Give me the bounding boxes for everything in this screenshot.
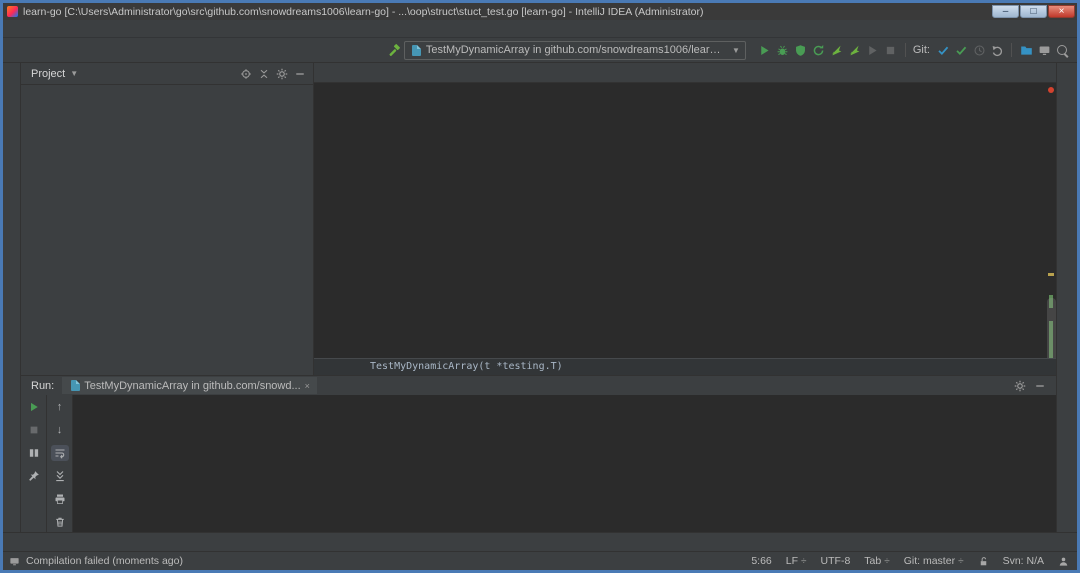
print-button[interactable] xyxy=(51,491,69,507)
run-panel-header: Run: TestMyDynamicArray in github.com/sn… xyxy=(21,376,1056,395)
clear-console-button[interactable] xyxy=(51,514,69,530)
indent-widget[interactable]: Tab xyxy=(864,555,889,567)
run-button[interactable] xyxy=(756,41,774,59)
svn-widget[interactable]: Svn: N/A xyxy=(1003,555,1044,567)
left-toolwindow-stripe xyxy=(3,63,21,532)
toolwindow-bar xyxy=(3,532,1077,551)
run-tab-label: TestMyDynamicArray in github.com/snowd..… xyxy=(84,380,300,392)
stop-process-button[interactable] xyxy=(25,422,43,438)
encoding-widget[interactable]: UTF-8 xyxy=(821,555,851,567)
run-configuration-label: TestMyDynamicArray in github.com/snowdre… xyxy=(426,44,726,56)
close-icon[interactable]: × xyxy=(305,381,310,391)
locate-file-button[interactable] xyxy=(237,66,255,82)
pin-tab-button[interactable] xyxy=(25,468,43,484)
project-panel-title: Project xyxy=(31,68,65,80)
idea-window: learn-go [C:\Users\Administrator\go\src\… xyxy=(0,0,1080,573)
go-test-icon xyxy=(71,380,80,391)
error-stripe xyxy=(1046,83,1056,358)
run-configuration-select[interactable]: TestMyDynamicArray in github.com/snowdre… xyxy=(404,41,746,60)
run-console[interactable] xyxy=(73,395,1056,532)
minimize-button[interactable]: – xyxy=(992,5,1019,18)
error-stripe-warning-mark xyxy=(1048,273,1054,276)
run-toolbar-primary xyxy=(21,395,47,532)
debug-button[interactable] xyxy=(774,41,792,59)
editor-zone: TestMyDynamicArray(t *testing.T) xyxy=(314,63,1056,375)
line-ending-widget[interactable]: LF xyxy=(786,555,807,567)
maximize-button[interactable]: □ xyxy=(1020,5,1047,18)
up-stack-trace-button[interactable]: ↑ xyxy=(51,399,69,415)
build-hammer-icon[interactable] xyxy=(386,41,404,59)
navigation-bar: TestMyDynamicArray in github.com/snowdre… xyxy=(3,38,1077,63)
jrebel-run-button[interactable] xyxy=(828,41,846,59)
run-toolbar-secondary: ↑ ↓ xyxy=(47,395,73,532)
intellij-logo-icon xyxy=(7,6,18,17)
editor-tabs xyxy=(314,63,1056,83)
jrebel-debug-button[interactable] xyxy=(846,41,864,59)
close-button[interactable]: × xyxy=(1048,5,1075,18)
attach-to-process-button[interactable] xyxy=(864,41,882,59)
run-tool-window: Run: TestMyDynamicArray in github.com/sn… xyxy=(21,375,1056,532)
toggle-toolwindows-icon[interactable] xyxy=(9,556,20,567)
code-editor[interactable] xyxy=(314,83,1056,358)
go-test-icon xyxy=(412,45,421,56)
editor-context-line: TestMyDynamicArray(t *testing.T) xyxy=(314,358,1056,375)
chevron-down-icon: ▼ xyxy=(70,69,78,78)
rerun-button[interactable] xyxy=(25,399,43,415)
run-with-coverage-button[interactable] xyxy=(792,41,810,59)
editor-scrollbar-thumb[interactable] xyxy=(1047,298,1056,358)
git-label: Git: xyxy=(913,44,930,56)
project-folder-icon[interactable] xyxy=(1017,41,1035,59)
error-stripe-error-mark xyxy=(1048,87,1054,93)
right-toolwindow-stripe xyxy=(1056,63,1077,532)
git-commit-button[interactable] xyxy=(952,41,970,59)
project-panel-header: Project ▼ xyxy=(21,63,313,85)
down-stack-trace-button[interactable]: ↓ xyxy=(51,422,69,438)
project-tree xyxy=(21,85,313,375)
git-rollback-button[interactable] xyxy=(988,41,1006,59)
hide-run-panel-button[interactable] xyxy=(1030,378,1050,394)
title-bar: learn-go [C:\Users\Administrator\go\src\… xyxy=(3,3,1077,20)
caret-position-widget[interactable]: 5:66 xyxy=(751,555,771,567)
search-icon xyxy=(1057,45,1067,55)
run-panel-label: Run: xyxy=(31,380,54,392)
run-tab[interactable]: TestMyDynamicArray in github.com/snowd..… xyxy=(62,377,317,394)
chevron-down-icon: ▼ xyxy=(732,46,740,55)
test-tree-button[interactable] xyxy=(25,445,43,461)
collapse-all-button[interactable] xyxy=(255,66,273,82)
settings-gear-icon[interactable] xyxy=(273,66,291,82)
stop-button[interactable] xyxy=(882,41,900,59)
project-tool-window: Project ▼ xyxy=(21,63,314,375)
status-message[interactable]: Compilation failed (moments ago) xyxy=(26,555,183,567)
run-settings-gear-icon[interactable] xyxy=(1010,378,1030,394)
profiler-button[interactable] xyxy=(810,41,828,59)
window-switcher-icon[interactable] xyxy=(1035,41,1053,59)
hector-inspections-icon[interactable] xyxy=(1058,556,1069,567)
window-title: learn-go [C:\Users\Administrator\go\src\… xyxy=(23,6,991,18)
readonly-lock-icon[interactable] xyxy=(978,556,989,567)
git-history-button[interactable] xyxy=(970,41,988,59)
git-update-button[interactable] xyxy=(934,41,952,59)
scroll-to-end-button[interactable] xyxy=(51,468,69,484)
status-bar: Compilation failed (moments ago) 5:66 LF… xyxy=(3,551,1077,570)
search-everywhere-button[interactable] xyxy=(1053,41,1071,59)
soft-wrap-button[interactable] xyxy=(51,445,69,461)
git-branch-widget[interactable]: Git: master xyxy=(904,555,964,567)
menu-bar xyxy=(3,20,1077,38)
hide-panel-button[interactable] xyxy=(291,66,309,82)
